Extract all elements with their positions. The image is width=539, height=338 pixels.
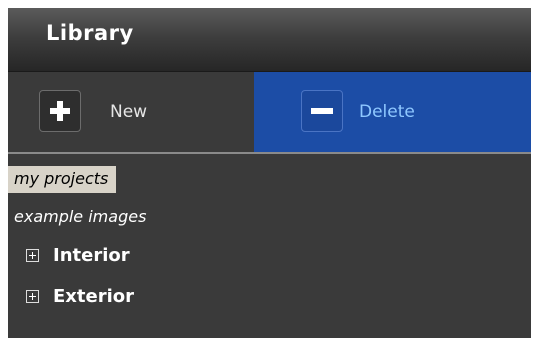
library-tree: my projects example images Interior Exte… [8,154,531,338]
minus-icon [301,90,343,132]
tree-item-label: Exterior [53,286,135,307]
tree-item-label: my projects [8,166,117,193]
new-button[interactable]: New [8,72,254,152]
delete-button[interactable]: Delete [254,72,531,152]
expand-plus-icon[interactable] [26,249,39,262]
tree-item-exterior[interactable]: Exterior [26,286,134,316]
tree-item-label: example images [14,207,147,226]
library-toolbar: New Delete [8,72,531,154]
delete-button-label: Delete [359,102,415,122]
tree-item-example-images[interactable]: example images [14,207,146,237]
library-header: Library [8,8,531,72]
tree-item-my-projects[interactable]: my projects [8,166,117,196]
library-panel: Library New Delete my projects example i… [8,8,531,338]
new-button-label: New [110,102,148,122]
plus-icon [39,90,81,132]
tree-item-interior[interactable]: Interior [26,245,130,275]
expand-plus-icon[interactable] [26,290,39,303]
tree-item-label: Interior [53,245,130,266]
library-title: Library [46,21,134,45]
